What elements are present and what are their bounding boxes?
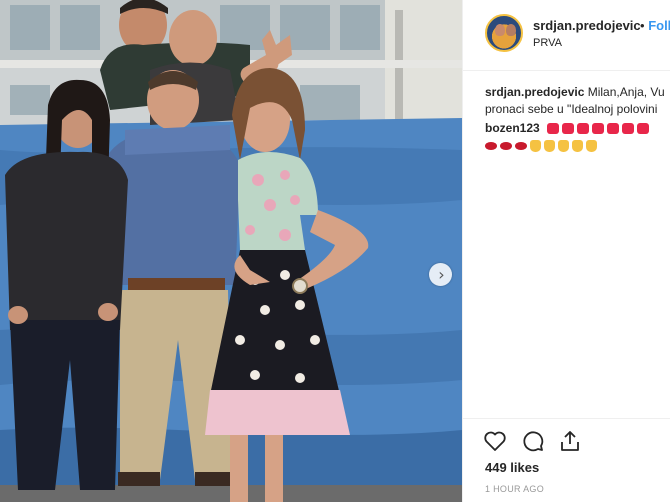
speech-bubble-icon[interactable] <box>521 429 545 453</box>
comment-item: bozen123 <box>485 120 649 152</box>
separator-dot: • <box>640 18 645 33</box>
comment-username[interactable]: bozen123 <box>485 120 540 137</box>
clap-emoji-icon <box>586 140 597 152</box>
location-link[interactable]: PRVA <box>533 37 562 49</box>
heart-emoji-icon <box>591 123 604 134</box>
post-actions: 449 likes 1 HOUR AGO <box>463 418 670 502</box>
photo-illustration <box>0 0 462 502</box>
lips-emoji-icon <box>515 142 527 150</box>
comment-emojis-line2 <box>485 140 649 152</box>
post-timestamp[interactable]: 1 HOUR AGO <box>485 484 544 494</box>
lips-emoji-icon <box>485 142 497 150</box>
clap-emoji-icon <box>530 140 541 152</box>
username-link[interactable]: srdjan.predojevic <box>533 18 641 33</box>
next-photo-button[interactable]: › <box>429 263 452 286</box>
follow-label: Follo <box>648 18 670 33</box>
clap-emoji-icon <box>572 140 583 152</box>
post-sidebar: srdjan.predojevic • Follo PRVA srdjan.pr… <box>462 0 670 502</box>
heart-emoji-icon <box>636 123 649 134</box>
caption-text-line1: Milan,Anja, Vu <box>587 85 665 99</box>
heart-outline-icon[interactable] <box>483 429 507 453</box>
comment-emojis-line1 <box>546 123 649 134</box>
avatar[interactable] <box>485 14 523 52</box>
follow-button[interactable]: • Follo <box>640 18 670 33</box>
clap-emoji-icon <box>544 140 555 152</box>
caption-username[interactable]: srdjan.predojevic <box>485 85 584 99</box>
post-caption: srdjan.predojevic Milan,Anja, Vu pronaci… <box>485 84 670 118</box>
clap-emoji-icon <box>558 140 569 152</box>
likes-count[interactable]: 449 likes <box>485 460 539 475</box>
chevron-right-icon: › <box>438 264 445 284</box>
lips-emoji-icon <box>500 142 512 150</box>
heart-emoji-icon <box>576 123 589 134</box>
post-photo[interactable]: › <box>0 0 462 502</box>
share-upload-icon[interactable] <box>558 429 582 453</box>
caption-text-line2: pronaci sebe u "Idealnoj polovini <box>485 102 658 116</box>
heart-emoji-icon <box>561 123 574 134</box>
heart-emoji-icon <box>546 123 559 134</box>
post-header: srdjan.predojevic • Follo PRVA <box>463 0 670 71</box>
heart-emoji-icon <box>606 123 619 134</box>
heart-emoji-icon <box>621 123 634 134</box>
